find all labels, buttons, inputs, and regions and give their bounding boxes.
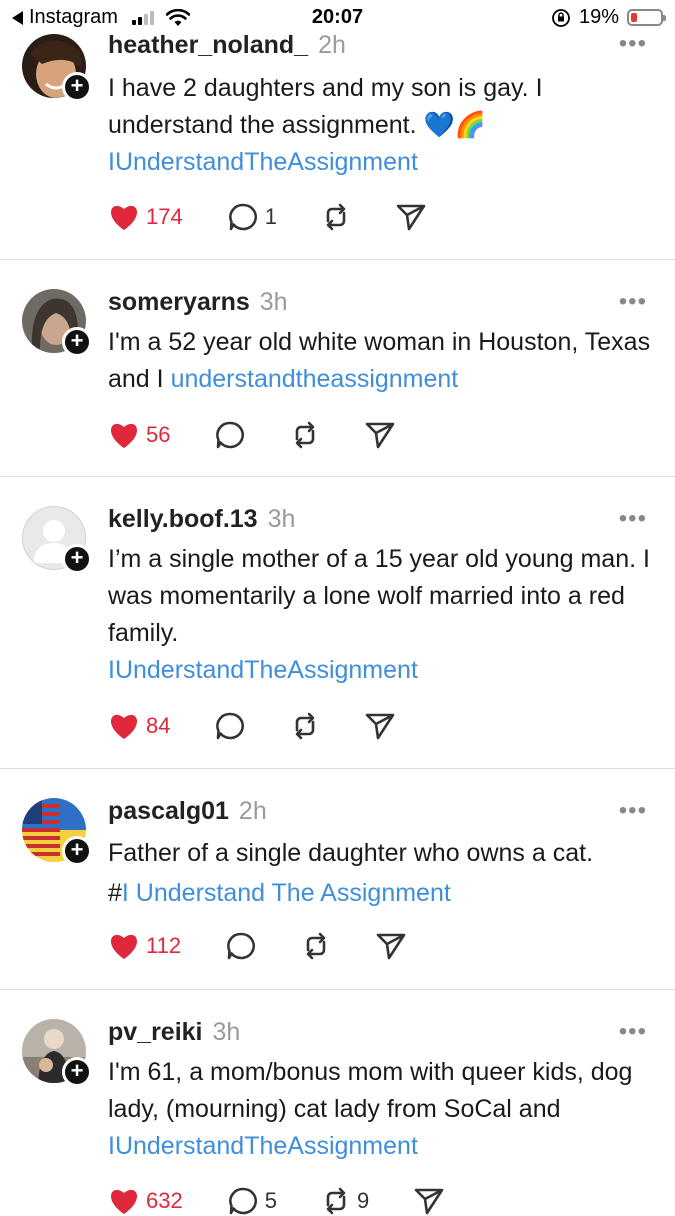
like-button[interactable]: 174 <box>108 203 183 231</box>
share-button[interactable] <box>375 931 407 961</box>
post-time: 2h <box>318 31 346 59</box>
repost-icon <box>326 1187 346 1215</box>
like-button[interactable]: 632 <box>108 1187 183 1215</box>
username[interactable]: pv_reiki <box>108 1018 203 1046</box>
heart-icon <box>110 934 138 959</box>
reply-count: 5 <box>264 1188 277 1213</box>
more-icon[interactable]: ••• <box>619 30 647 58</box>
share-button[interactable] <box>364 420 396 450</box>
repost-button[interactable] <box>301 931 331 961</box>
post-body: I’m a single mother of a 15 year old you… <box>108 545 650 647</box>
repost-button[interactable]: 9 <box>321 1186 369 1216</box>
post: + kelly.boof.13 3h ••• I’m a single mothe… <box>0 477 675 769</box>
like-button[interactable]: 56 <box>108 421 170 449</box>
repost-icon <box>306 932 326 960</box>
repost-icon <box>296 421 315 449</box>
post-body: Father of a single daughter who owns a c… <box>108 839 594 867</box>
post-body: I have 2 daughters and my son is gay. I … <box>108 74 543 139</box>
reply-button[interactable] <box>214 420 246 450</box>
more-icon[interactable]: ••• <box>619 288 647 316</box>
username[interactable]: pascalg01 <box>108 797 229 825</box>
send-icon <box>366 713 395 740</box>
reply-button[interactable]: 1 <box>227 202 277 232</box>
follow-plus-icon[interactable]: + <box>62 1057 92 1087</box>
post-actions: 56 <box>108 420 440 450</box>
more-icon[interactable]: ••• <box>619 1018 647 1046</box>
comment-icon <box>216 421 245 449</box>
repost-count: 9 <box>356 1188 370 1213</box>
like-count: 112 <box>146 933 182 958</box>
post-body: I'm 61, a mom/bonus mom with queer kids,… <box>108 1058 633 1123</box>
share-button[interactable] <box>364 711 396 741</box>
reply-button[interactable] <box>214 711 246 741</box>
post-time: 3h <box>267 505 296 533</box>
send-icon <box>414 1188 444 1215</box>
share-button[interactable] <box>395 202 427 232</box>
heart-icon <box>110 423 138 448</box>
username[interactable]: kelly.boof.13 <box>108 505 258 533</box>
post: + heather_noland_ 2h ••• I have 2 daughte… <box>0 0 675 260</box>
hashtag-link[interactable]: understandtheassignment <box>171 365 459 393</box>
reply-button[interactable] <box>225 931 257 961</box>
post: + pv_reiki 3h ••• I'm 61, a mom/bonus mom… <box>0 990 675 1215</box>
post-actions: 632 5 9 <box>108 1186 489 1216</box>
hashtag-link[interactable]: IUnderstandTheAssignment <box>108 1132 418 1160</box>
username[interactable]: heather_noland_ <box>108 31 308 59</box>
like-button[interactable]: 84 <box>108 712 170 740</box>
hashtag-link[interactable]: I Understand The Assignment <box>122 879 451 907</box>
comment-icon <box>228 1187 257 1215</box>
repost-icon <box>326 203 346 231</box>
heart-icon <box>110 1189 138 1214</box>
post-text: I'm 61, a mom/bonus mom with queer kids,… <box>108 1054 653 1165</box>
follow-plus-icon[interactable]: + <box>62 327 92 357</box>
comment-icon <box>216 712 245 740</box>
send-icon <box>396 204 426 231</box>
like-button[interactable]: 112 <box>108 932 181 960</box>
post-time: 3h <box>212 1018 241 1046</box>
reply-button[interactable]: 5 <box>227 1186 277 1216</box>
more-icon[interactable]: ••• <box>619 797 647 825</box>
follow-plus-icon[interactable]: + <box>62 72 92 102</box>
hashtag-link[interactable]: IUnderstandTheAssignment <box>108 656 418 684</box>
post: + someryarns 3h ••• I'm a 52 year old whi… <box>0 260 675 477</box>
like-count: 56 <box>146 422 171 447</box>
follow-plus-icon[interactable]: + <box>62 836 92 866</box>
post: + pascalg01 2h ••• Father of a single dau… <box>0 769 675 990</box>
repost-button[interactable] <box>321 202 351 232</box>
comment-icon <box>228 203 257 231</box>
post-time: 3h <box>259 288 288 316</box>
send-icon <box>366 422 395 449</box>
post-actions: 112 <box>108 931 451 961</box>
post-text: I have 2 daughters and my son is gay. I … <box>108 70 653 181</box>
repost-icon <box>296 712 315 740</box>
post-text: Father of a single daughter who owns a c… <box>108 833 653 913</box>
hashtag-link[interactable]: IUnderstandTheAssignment <box>108 148 418 176</box>
repost-button[interactable] <box>290 420 320 450</box>
follow-plus-icon[interactable]: + <box>62 544 92 574</box>
post-time: 2h <box>238 797 267 825</box>
post-text: I’m a single mother of a 15 year old you… <box>108 541 653 689</box>
repost-button[interactable] <box>290 711 320 741</box>
post-actions: 174 1 <box>108 202 471 232</box>
comment-icon <box>227 932 256 960</box>
like-count: 84 <box>146 713 171 738</box>
hashtag-prefix: # <box>108 879 122 907</box>
like-count: 632 <box>146 1188 183 1213</box>
share-button[interactable] <box>413 1186 445 1216</box>
post-text: I'm a 52 year old white woman in Houston… <box>108 324 653 398</box>
heart-icon <box>110 205 138 230</box>
post-actions: 84 <box>108 711 440 741</box>
username[interactable]: someryarns <box>108 288 250 316</box>
send-icon <box>376 933 406 960</box>
like-count: 174 <box>146 204 183 229</box>
reply-count: 1 <box>264 204 277 229</box>
more-icon[interactable]: ••• <box>619 505 647 533</box>
heart-icon <box>110 714 138 739</box>
